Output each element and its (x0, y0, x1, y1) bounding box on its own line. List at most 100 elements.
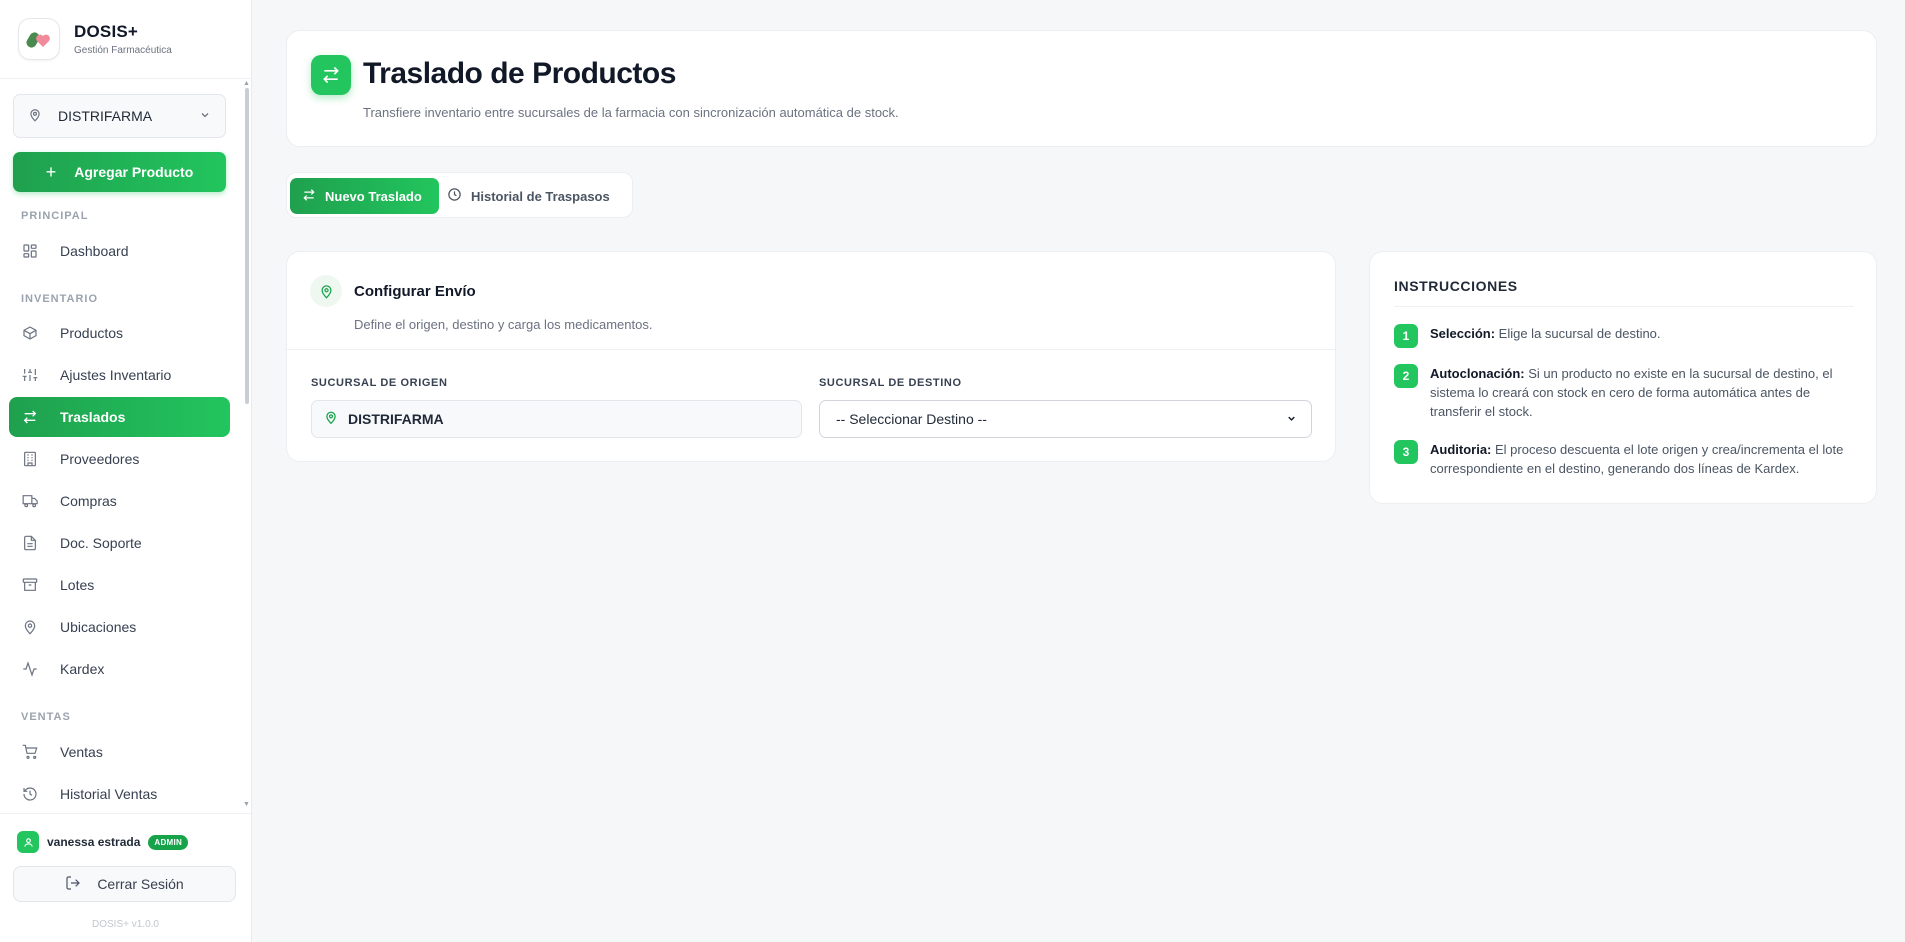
cart-icon (21, 743, 39, 761)
sidebar-item-label: Kardex (60, 661, 105, 677)
brand[interactable]: DOSIS+ Gestión Farmacéutica (18, 18, 172, 60)
sliders-icon (21, 366, 39, 384)
logout-button[interactable]: Cerrar Sesión (13, 866, 236, 902)
sidebar-item-historial-ventas[interactable]: Historial Ventas (9, 774, 230, 814)
divider (0, 78, 251, 79)
nav-section-ventas: VENTAS (21, 711, 71, 723)
tab-nuevo-traslado[interactable]: Nuevo Traslado (290, 178, 439, 214)
add-product-button[interactable]: + Agregar Producto (13, 152, 226, 192)
transfer-icon (311, 55, 351, 95)
destination-select[interactable]: -- Seleccionar Destino -- (819, 400, 1312, 438)
step-title: Selección: (1430, 326, 1496, 341)
sidebar-item-label: Historial Ventas (60, 786, 158, 802)
user-name: vanessa estrada (47, 835, 141, 849)
scroll-up-arrow-icon[interactable]: ▲ (243, 80, 250, 87)
add-product-label: Agregar Producto (74, 164, 194, 180)
nav-section-principal: PRINCIPAL (21, 210, 89, 222)
step-description: Elige la sucursal de destino. (1498, 326, 1661, 341)
branch-selector[interactable]: DISTRIFARMA (13, 94, 226, 138)
brand-name: DOSIS+ (74, 22, 139, 41)
origin-field: DISTRIFARMA (311, 400, 802, 438)
page-subtitle: Transfiere inventario entre sucursales d… (363, 105, 899, 120)
pill-logo-icon (18, 18, 60, 60)
transfer-icon (302, 188, 316, 205)
sidebar-scrollbar[interactable] (245, 88, 249, 404)
step-description: El proceso descuenta el lote origen y cr… (1430, 442, 1844, 476)
scroll-down-arrow-icon[interactable]: ▼ (243, 801, 250, 808)
map-pin-icon (21, 618, 39, 636)
map-pin-icon (310, 275, 342, 307)
sidebar-item-compras[interactable]: Compras (9, 481, 230, 521)
tabs: Nuevo Traslado Historial de Traspasos (286, 172, 633, 218)
page-title: Traslado de Productos (363, 57, 676, 90)
step-number: 1 (1394, 324, 1418, 348)
clock-icon (447, 187, 462, 205)
sidebar-item-dashboard[interactable]: Dashboard (9, 231, 230, 271)
page-header: Traslado de Productos Transfiere inventa… (286, 30, 1877, 147)
plus-icon: + (45, 161, 57, 182)
sidebar-item-label: Ubicaciones (60, 619, 137, 635)
tab-historial-traspasos[interactable]: Historial de Traspasos (447, 178, 629, 214)
map-pin-icon (28, 107, 42, 126)
tab-label: Historial de Traspasos (471, 188, 610, 204)
logout-icon (65, 875, 81, 894)
card-subtitle: Define el origen, destino y carga los me… (354, 317, 653, 332)
sidebar-item-ajustes-inventario[interactable]: Ajustes Inventario (9, 355, 230, 395)
map-pin-icon (324, 410, 338, 428)
step-number: 3 (1394, 440, 1418, 464)
step-title: Auditoria: (1430, 442, 1492, 457)
instruction-step: 2 Autoclonación: Si un producto no exist… (1394, 364, 1854, 421)
instruction-step: 1 Selección: Elige la sucursal de destin… (1394, 324, 1854, 348)
building-icon (21, 450, 39, 468)
step-text: Auditoria: El proceso descuenta el lote … (1430, 440, 1854, 478)
sidebar-item-doc-soporte[interactable]: Doc. Soporte (9, 523, 230, 563)
box-icon (21, 324, 39, 342)
step-text: Selección: Elige la sucursal de destino. (1430, 324, 1661, 348)
instructions-card: INSTRUCCIONES 1 Selección: Elige la sucu… (1369, 251, 1877, 504)
app-version: DOSIS+ v1.0.0 (92, 919, 159, 930)
sidebar-item-ventas[interactable]: Ventas (9, 732, 230, 772)
origin-value: DISTRIFARMA (348, 411, 444, 427)
chevron-down-icon (199, 108, 211, 124)
sidebar-item-ubicaciones[interactable]: Ubicaciones (9, 607, 230, 647)
sidebar-item-label: Lotes (60, 577, 95, 593)
divider (1394, 306, 1854, 307)
instructions-title: INSTRUCCIONES (1394, 278, 1518, 294)
user-avatar-icon (17, 831, 39, 853)
history-icon (21, 785, 39, 803)
sidebar-item-label: Compras (60, 493, 117, 509)
sidebar-item-proveedores[interactable]: Proveedores (9, 439, 230, 479)
configure-shipment-card: Configurar Envío Define el origen, desti… (286, 251, 1336, 462)
archive-icon (21, 576, 39, 594)
origin-label: SUCURSAL DE ORIGEN (311, 377, 448, 389)
truck-icon (21, 492, 39, 510)
role-badge: ADMIN (148, 834, 189, 850)
destination-value: -- Seleccionar Destino -- (836, 411, 987, 427)
sidebar-item-productos[interactable]: Productos (9, 313, 230, 353)
destination-label: SUCURSAL DE DESTINO (819, 377, 962, 389)
step-number: 2 (1394, 364, 1418, 388)
sidebar-item-traslados[interactable]: Traslados (9, 397, 230, 437)
sidebar-item-label: Doc. Soporte (60, 535, 142, 551)
sidebar-item-label: Dashboard (60, 243, 129, 259)
user-info: vanessa estrada ADMIN (17, 831, 189, 853)
sidebar-item-kardex[interactable]: Kardex (9, 649, 230, 689)
chevron-down-icon (1286, 411, 1297, 427)
instruction-step: 3 Auditoria: El proceso descuenta el lot… (1394, 440, 1854, 478)
sidebar-item-label: Traslados (60, 409, 126, 425)
step-text: Autoclonación: Si un producto no existe … (1430, 364, 1854, 421)
transfer-icon (21, 408, 39, 426)
sidebar-item-lotes[interactable]: Lotes (9, 565, 230, 605)
sidebar: DOSIS+ Gestión Farmacéutica DISTRIFARMA … (0, 0, 252, 942)
nav-section-inventario: INVENTARIO (21, 293, 99, 305)
document-icon (21, 534, 39, 552)
sidebar-item-label: Ajustes Inventario (60, 367, 172, 383)
tab-label: Nuevo Traslado (325, 188, 422, 204)
step-title: Autoclonación: (1430, 366, 1525, 381)
branch-selector-value: DISTRIFARMA (58, 108, 153, 124)
sidebar-item-label: Ventas (60, 744, 103, 760)
brand-subtitle: Gestión Farmacéutica (74, 45, 172, 56)
divider (287, 349, 1335, 350)
card-title: Configurar Envío (354, 283, 476, 300)
sidebar-item-label: Proveedores (60, 451, 140, 467)
